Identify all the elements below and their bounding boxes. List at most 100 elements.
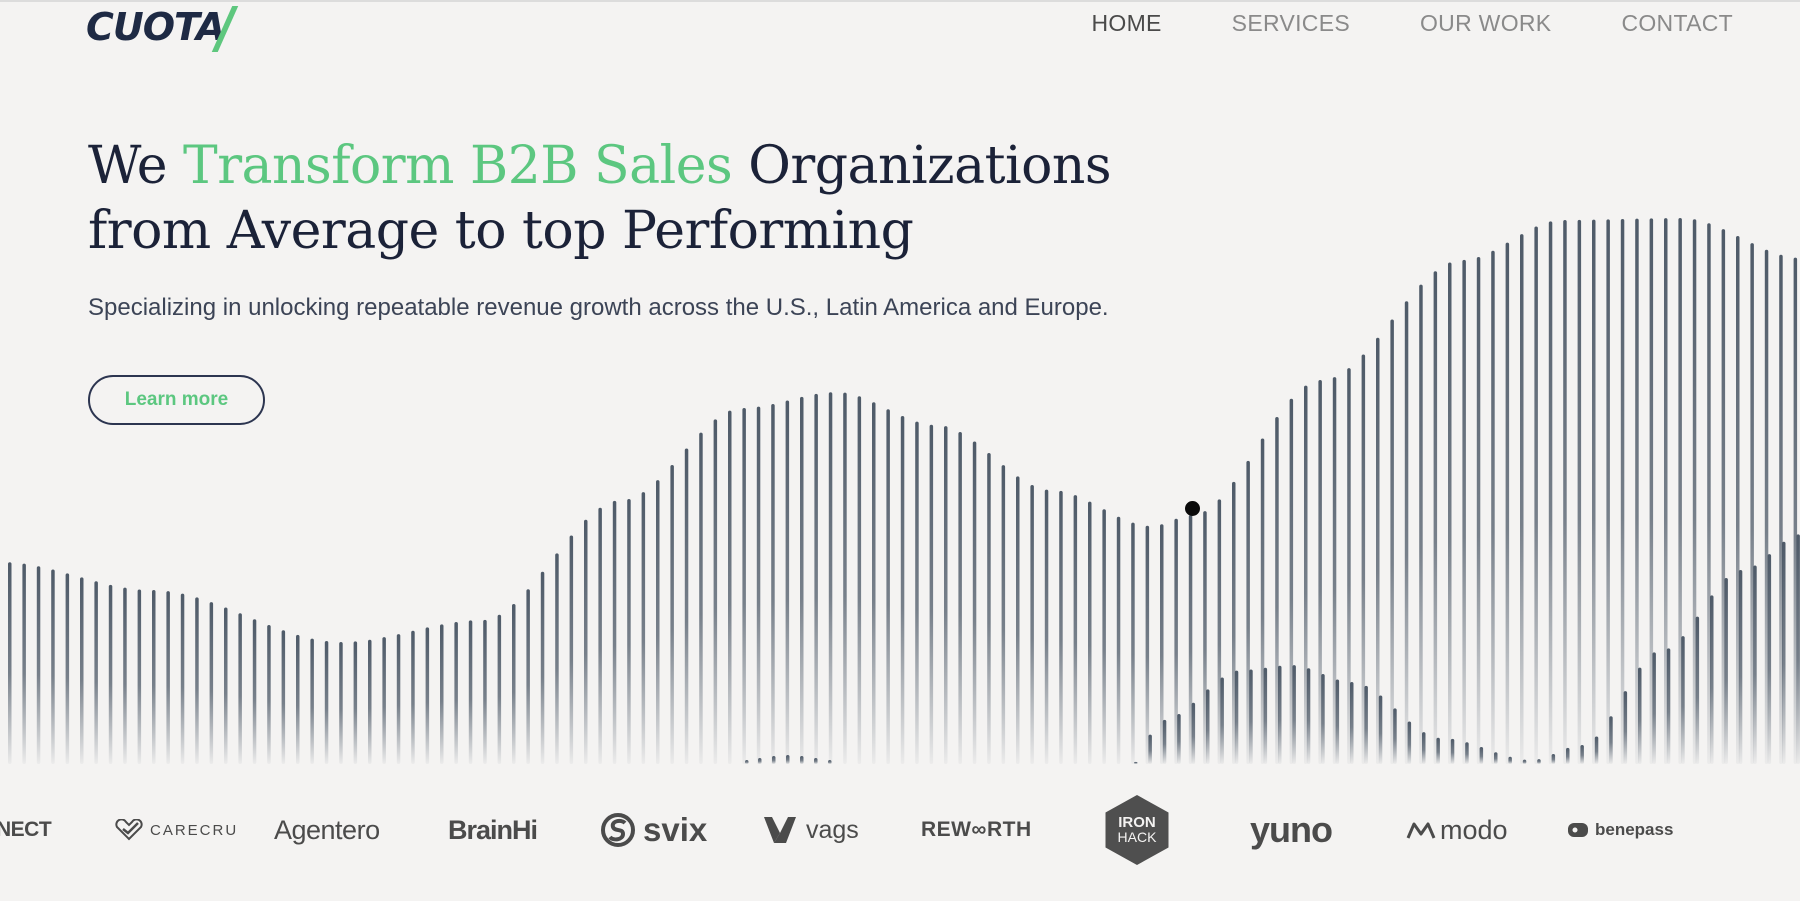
wave-bar-secondary: [1695, 616, 1700, 764]
client-logo-svix-text: svix: [643, 811, 708, 848]
wave-bar-secondary: [1681, 636, 1685, 764]
client-logo-brainhi: BrainHi: [448, 770, 538, 890]
wave-bar: [771, 403, 775, 764]
wave-bar: [339, 641, 343, 764]
wave-bar: [641, 492, 646, 764]
hero-subtitle: Specializing in unlocking repeatable rev…: [88, 294, 1109, 321]
wave-bar: [108, 584, 113, 764]
wave-low: [745, 534, 1800, 764]
wave-bar: [1174, 518, 1178, 764]
wave-bar: [526, 589, 530, 764]
wave-bar: [8, 562, 12, 764]
wave-bar: [699, 432, 703, 764]
svix-mark-icon: [601, 813, 635, 847]
nav-home[interactable]: HOME: [1091, 10, 1161, 37]
wave-bar: [814, 393, 818, 764]
wave-bar: [209, 602, 214, 764]
wave-bar: [1750, 243, 1754, 764]
wave-bar: [886, 409, 890, 764]
wave-bar: [224, 607, 228, 764]
ironhack-line1: IRON: [1118, 814, 1156, 831]
wave-bar: [569, 535, 574, 764]
client-logo-ironhack: IRON HACK: [1102, 770, 1172, 890]
nav-services[interactable]: SERVICES: [1232, 10, 1350, 37]
client-logo-agentero-text: Agentero: [274, 814, 380, 845]
wave-bar-secondary: [1335, 679, 1340, 764]
wave-bar-secondary: [1306, 668, 1311, 764]
wave-bar: [1188, 515, 1193, 764]
ironhack-line2: HACK: [1117, 829, 1157, 845]
wave-bar: [324, 641, 329, 764]
wave-bar: [627, 499, 631, 764]
learn-more-button[interactable]: Learn more: [88, 375, 265, 425]
wave-bar: [497, 614, 502, 764]
wave-bar-small: [800, 756, 804, 764]
wave-bar: [656, 480, 660, 764]
client-logos-strip: NECT CARECRU Agentero BrainHi svix vags …: [0, 770, 1800, 890]
wave-bar: [1001, 465, 1006, 764]
wave-bar: [94, 581, 98, 764]
wave-bar: [1548, 221, 1553, 764]
benepass-mark-icon: [1568, 823, 1588, 837]
wave-bar: [1376, 337, 1380, 764]
wave-bar: [1116, 516, 1121, 764]
wave-bar: [1692, 219, 1697, 764]
wave-bar: [1649, 218, 1654, 764]
wave-bar-secondary: [1134, 761, 1138, 764]
wave-bar: [180, 593, 185, 764]
wave-bar-secondary: [1522, 759, 1527, 764]
wave-bar: [612, 500, 617, 764]
wave-bar-secondary: [1249, 669, 1253, 764]
wave-bar-secondary: [1378, 695, 1383, 764]
wave-bar-secondary: [1263, 667, 1268, 764]
wave-bar: [1635, 218, 1639, 765]
wave-bar: [800, 396, 804, 764]
wave-bar: [425, 627, 430, 764]
hero-title-part1: We: [88, 136, 184, 196]
wave-bar: [756, 406, 761, 764]
wave-bar-secondary: [1724, 577, 1728, 764]
wave-bar: [584, 519, 588, 764]
wave-bar: [1721, 229, 1726, 765]
wave-bar: [1275, 417, 1279, 764]
wave-bar: [1534, 226, 1538, 764]
wave-bar: [1491, 250, 1495, 765]
wave-bar-secondary: [1494, 752, 1498, 764]
wave-bar-small: [745, 760, 749, 764]
client-logo-connect-text: NECT: [0, 818, 52, 841]
wave-bar: [987, 453, 991, 764]
mouse-cursor: [1185, 501, 1200, 516]
wave-bar: [1102, 509, 1106, 764]
wave-bar: [555, 553, 559, 764]
ironhack-hexagon: IRON HACK: [1105, 795, 1169, 865]
hero-title-part2: Organizations: [732, 136, 1112, 196]
wave-bar: [1160, 524, 1164, 764]
wave-bar: [857, 396, 862, 764]
wave-bar: [1318, 380, 1322, 764]
wave-bar-secondary: [1220, 677, 1224, 764]
wave-bar: [1620, 218, 1625, 765]
wave-bar: [1260, 438, 1265, 764]
wave-bar: [1505, 242, 1510, 764]
client-logo-modo: modo: [1406, 770, 1508, 890]
hero-title-accent: Transform B2B Sales: [183, 136, 733, 196]
wave-bar: [728, 410, 732, 764]
client-logo-vags: vags: [762, 770, 859, 890]
nav-contact[interactable]: CONTACT: [1621, 10, 1733, 37]
wave-bar: [1592, 219, 1596, 765]
wave-bar: [1044, 489, 1049, 764]
client-logo-reworth: REW∞RTH: [921, 770, 1032, 890]
cuota-logo[interactable]: CUOTA: [86, 4, 239, 52]
wave-bar-secondary: [1436, 737, 1440, 764]
wave-bar: [1779, 254, 1783, 764]
wave-bar: [1764, 249, 1769, 764]
wave-bar: [900, 416, 905, 764]
wave-bar-secondary: [1350, 682, 1354, 764]
wave-bar: [396, 634, 401, 764]
wave-bar-secondary: [1609, 716, 1613, 764]
wave-bar: [267, 624, 271, 764]
nav-our-work[interactable]: OUR WORK: [1420, 10, 1551, 37]
wave-bar: [238, 613, 242, 764]
wave-bar: [22, 563, 26, 764]
wave-bar-secondary: [1652, 652, 1656, 764]
